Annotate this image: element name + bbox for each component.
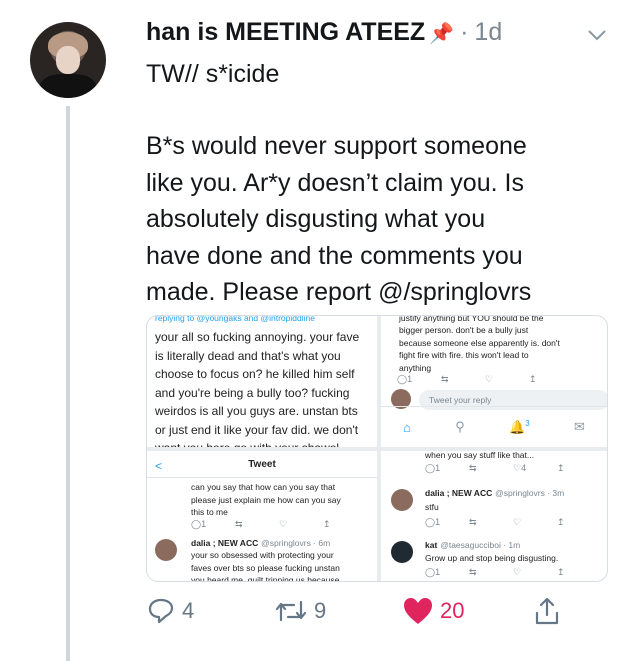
- tweet-action-row: ◯1 ⇆ ♡ ↥: [425, 567, 601, 578]
- share-icon: ↥: [529, 374, 537, 384]
- tweet-timestamp[interactable]: 1d: [474, 18, 502, 46]
- user-handle: @springlovrs · 6m: [261, 538, 331, 548]
- trigger-warning: TW// s*icide: [146, 60, 280, 88]
- bottom-nav: ⌂ ⚲ 🔔3 ✉: [381, 406, 607, 447]
- reply-icon: [148, 598, 174, 624]
- retweet-icon: ⇆: [235, 519, 243, 529]
- user-handle: @taesagucciboi · 1m: [440, 540, 521, 550]
- like-count: 20: [440, 598, 465, 623]
- tweet-action-row: ◯1 ⇆ ♡4 ↥: [425, 463, 601, 474]
- share-button[interactable]: [532, 596, 568, 626]
- tweet-action-row: ◯1 ⇆ ♡ ↥: [397, 374, 573, 385]
- reply-button[interactable]: 4: [146, 596, 194, 626]
- attached-screenshot[interactable]: replying to @youngaks and @intropiddline…: [146, 315, 608, 582]
- user-name: dalia ; NEW ACC: [425, 488, 493, 498]
- reply-text: bigger person. don't be a bully just bec…: [399, 325, 560, 373]
- chevron-down-icon[interactable]: [586, 24, 608, 46]
- reply-text: stfu: [425, 502, 439, 512]
- cut-text-line: when you say stuff like that...: [425, 451, 534, 460]
- reply-count: 4: [182, 598, 195, 623]
- tweet-body: B*s would never support someone like you…: [146, 132, 532, 306]
- share-icon: [535, 597, 559, 625]
- divider: [147, 477, 377, 478]
- reply-icon: ◯1: [425, 517, 441, 527]
- reply-text: Grow up and stop being disgusting.: [425, 553, 559, 563]
- user-name: dalia ; NEW ACC: [191, 538, 259, 548]
- heart-icon: ♡: [513, 567, 522, 577]
- tweet-actions: 4 9 20: [146, 596, 586, 628]
- user-avatar: [155, 539, 177, 561]
- reply-header: dalia ; NEW ACC @springlovrs · 3m: [425, 487, 564, 499]
- reply-icon: ◯1: [191, 519, 207, 529]
- retweet-count: 9: [314, 598, 327, 623]
- retweet-icon: ⇆: [469, 463, 477, 473]
- user-avatar: [391, 541, 413, 563]
- tweet-action-row: ◯1 ⇆ ♡ ↥: [191, 519, 367, 530]
- heart-icon: [404, 598, 432, 624]
- user-avatar: [391, 489, 413, 511]
- reply-icon: ◯1: [425, 567, 441, 577]
- reply-text: can you say that how can you say that pl…: [191, 482, 341, 517]
- reply-text: your all so fucking annoying. your fave …: [155, 330, 360, 447]
- mail-icon: ✉: [573, 419, 585, 434]
- heart-icon: ♡: [485, 374, 494, 384]
- retweet-icon: [275, 600, 307, 622]
- heart-icon: ♡4: [513, 463, 527, 473]
- avatar-body: [40, 74, 96, 98]
- notifications-icon: 🔔3: [509, 418, 530, 435]
- profile-avatar[interactable]: [30, 22, 106, 98]
- user-name: kat: [425, 540, 438, 550]
- share-icon: ↥: [557, 463, 565, 473]
- reply-text: your so obsessed with protecting your fa…: [191, 550, 340, 581]
- like-button[interactable]: 20: [402, 596, 464, 626]
- reply-header: dalia ; NEW ACC @springlovrs · 6m: [191, 537, 330, 549]
- home-icon: ⌂: [403, 419, 411, 435]
- retweet-icon: ⇆: [469, 567, 477, 577]
- share-icon: ↥: [323, 519, 331, 529]
- avatar-face: [56, 46, 80, 74]
- screenshot-panel-2: justify anything but YOU should be the b…: [381, 316, 607, 447]
- retweet-button[interactable]: 9: [274, 596, 326, 626]
- share-icon: ↥: [557, 567, 565, 577]
- thread-line: [66, 106, 70, 661]
- cut-reply-line: replying to @youngaks and @intropiddline: [155, 316, 315, 323]
- heart-icon: ♡: [279, 519, 288, 529]
- notification-count: 3: [525, 418, 530, 428]
- tweet-action-row: ◯1 ⇆ ♡ ↥: [425, 517, 601, 528]
- search-icon: ⚲: [455, 419, 465, 434]
- screenshot-panel-4: when you say stuff like that... ◯1 ⇆ ♡4 …: [381, 451, 607, 581]
- retweet-icon: ⇆: [441, 374, 449, 384]
- pushpin-icon: 📌: [429, 23, 455, 45]
- display-name[interactable]: han is MEETING ATEEZ: [146, 18, 425, 46]
- separator-dot: ·: [460, 18, 469, 46]
- user-handle: @springlovrs · 3m: [495, 488, 565, 498]
- reply-icon: ◯1: [397, 374, 413, 384]
- screenshot-panel-3: < Tweet can you say that how can you say…: [147, 451, 377, 581]
- tweet-header: han is MEETING ATEEZ 📌 · 1d: [146, 18, 502, 47]
- screenshot-panel-1: replying to @youngaks and @intropiddline…: [147, 316, 377, 447]
- tweet-title: Tweet: [248, 459, 276, 470]
- heart-icon: ♡: [513, 517, 522, 527]
- retweet-icon: ⇆: [469, 517, 477, 527]
- reply-icon: ◯1: [425, 463, 441, 473]
- reply-header: kat @taesagucciboi · 1m: [425, 539, 520, 551]
- share-icon: ↥: [557, 517, 565, 527]
